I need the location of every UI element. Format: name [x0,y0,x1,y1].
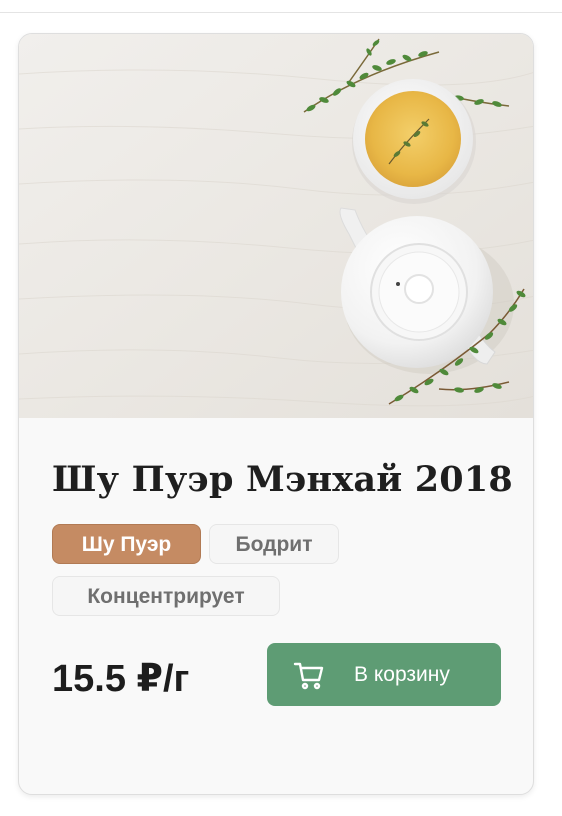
product-card[interactable]: Шу Пуэр Мэнхай 2018 Шу Пуэр Бодрит Конце… [18,33,534,795]
product-title[interactable]: Шу Пуэр Мэнхай 2018 [52,459,513,500]
shopping-cart-icon [292,658,326,692]
tag-bodrit[interactable]: Бодрит [209,524,339,564]
add-to-cart-label: В корзину [354,662,450,686]
top-divider [0,12,562,13]
product-image[interactable] [19,34,533,418]
add-to-cart-button[interactable]: В корзину [267,643,501,706]
product-price: 15.5 ₽/г [52,658,190,700]
tea-photo [19,34,533,418]
tag-kontsentriruet[interactable]: Концентрирует [52,576,280,616]
tag-shu-puer[interactable]: Шу Пуэр [52,524,201,564]
